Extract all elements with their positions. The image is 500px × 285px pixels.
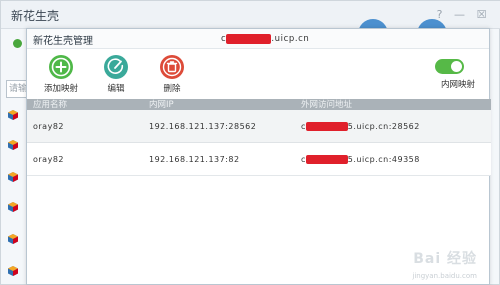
cell-app-name: oray82 — [33, 155, 64, 164]
add-icon — [49, 55, 73, 79]
cell-lan-ip: 192.168.121.137:82 — [149, 155, 240, 164]
dialog-titlebar: 新花生壳管理 cxxxxxxxx.uicp.cn — [27, 29, 489, 49]
minimize-icon[interactable]: — — [453, 8, 466, 21]
lan-mapping-label: 内网映射 — [440, 80, 475, 90]
cell-wan-address: cxxxxxxxx5.uicp.cn:28562 — [301, 122, 420, 131]
add-mapping-button[interactable]: 添加映射 — [39, 55, 83, 94]
mapping-manager-dialog: 新花生壳管理 cxxxxxxxx.uicp.cn 添加映射 编辑 删除 内网映射… — [26, 28, 491, 285]
cell-wan-address: cxxxxxxxx5.uicp.cn:49358 — [301, 155, 420, 164]
wan-suffix: 5.uicp.cn:28562 — [347, 122, 420, 131]
dialog-domain: cxxxxxxxx.uicp.cn — [221, 34, 309, 44]
screenshot-root: 新花生壳 ? — ☒ 请输 新花生壳管理 cxxxxxxxx.uicp.cn 添… — [0, 0, 500, 285]
online-status-icon — [13, 39, 22, 48]
app-cube-icon[interactable] — [7, 109, 19, 121]
delete-button[interactable]: 删除 — [155, 55, 189, 94]
table-row[interactable]: oray82 192.168.121.137:82 cxxxxxxxx5.uic… — [27, 143, 491, 176]
dialog-title: 新花生壳管理 — [33, 36, 93, 47]
header-wan-address: 外网访问地址 — [301, 100, 353, 110]
wan-redacted: xxxxxxxx — [305, 122, 348, 131]
lan-mapping-toggle[interactable] — [435, 59, 464, 74]
app-cube-icon[interactable] — [7, 233, 19, 245]
watermark-url: jingyan.baidu.com — [412, 272, 477, 280]
main-window-title: 新花生壳 — [11, 9, 60, 23]
cell-app-name: oray82 — [33, 122, 64, 131]
add-mapping-label: 添加映射 — [43, 84, 78, 94]
wan-redacted: xxxxxxxx — [305, 155, 348, 164]
app-cube-icon[interactable] — [7, 265, 19, 277]
domain-suffix: .uicp.cn — [271, 34, 310, 44]
trash-icon — [160, 55, 184, 79]
table-row[interactable]: oray82 192.168.121.137:28562 cxxxxxxxx5.… — [27, 110, 491, 143]
app-cube-icon[interactable] — [7, 171, 19, 183]
edit-icon — [104, 55, 128, 79]
cell-lan-ip: 192.168.121.137:28562 — [149, 122, 257, 131]
edit-button[interactable]: 编辑 — [99, 55, 133, 94]
header-lan-ip: 内网IP — [149, 100, 174, 110]
wan-suffix: 5.uicp.cn:49358 — [347, 155, 420, 164]
mapping-table: 应用名称 内网IP 外网访问地址 oray82 192.168.121.137:… — [27, 99, 491, 176]
domain-redacted: xxxxxxxx — [226, 34, 272, 44]
edit-label: 编辑 — [107, 84, 125, 94]
watermark-logo: Bai 经验 — [413, 251, 477, 267]
close-icon[interactable]: ☒ — [475, 8, 488, 21]
header-app-name: 应用名称 — [33, 100, 68, 110]
table-header: 应用名称 内网IP 外网访问地址 — [27, 99, 491, 110]
toolbar: 添加映射 编辑 删除 内网映射 — [27, 49, 489, 99]
app-cube-icon[interactable] — [7, 201, 19, 213]
delete-label: 删除 — [163, 84, 181, 94]
app-cube-icon[interactable] — [7, 139, 19, 151]
